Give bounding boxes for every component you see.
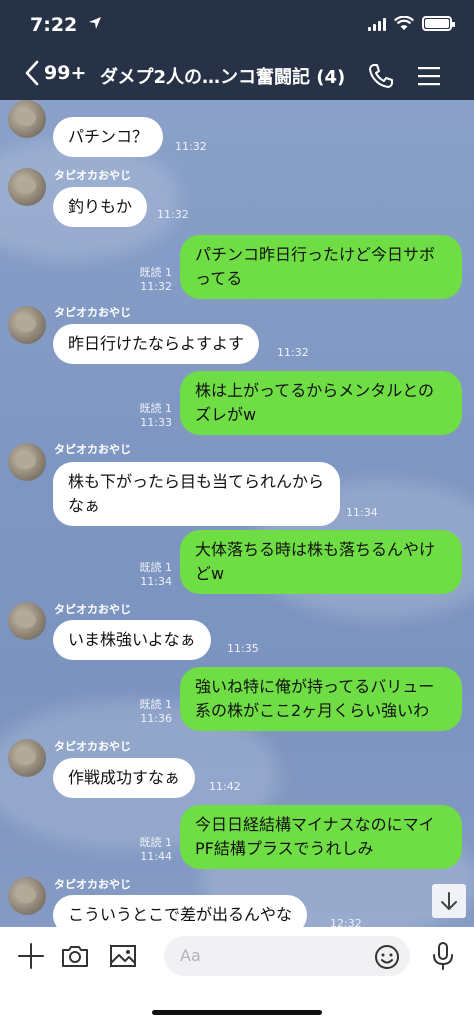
top-bar: 7:22 99+ ダメプ2人の…ンコ奮闘記 (4) (0, 0, 474, 100)
read-receipt: 既読 1 11:33 (140, 402, 173, 430)
back-button[interactable]: 99+ (24, 60, 86, 86)
sender-name: タピオカおやじ (54, 443, 131, 456)
status-indicators (368, 16, 455, 31)
avatar[interactable] (8, 168, 46, 206)
avatar[interactable] (8, 100, 46, 138)
image-icon[interactable] (108, 941, 138, 971)
sender-name: タピオカおやじ (54, 740, 131, 753)
message-time: 12:32 (330, 917, 362, 927)
read-receipt: 既読 1 11:44 (140, 836, 173, 864)
message-time: 11:35 (227, 642, 259, 655)
message-input-placeholder: Aa (180, 946, 201, 965)
message-time: 11:42 (209, 780, 241, 793)
message-time: 11:34 (140, 575, 172, 588)
message-time: 11:36 (140, 712, 172, 725)
message-time: 11:33 (140, 416, 172, 429)
microphone-icon[interactable] (428, 941, 458, 971)
input-bar: Aa (0, 927, 474, 1024)
chat-area[interactable]: パチンコ？ 11:32 タピオカおやじ 釣りもか 11:32 パチンコ昨日行った… (0, 100, 474, 927)
unread-count: 99+ (44, 62, 87, 84)
read-label: 既読 1 (139, 561, 173, 574)
wifi-icon (394, 16, 414, 30)
home-indicator (152, 1010, 322, 1015)
plus-icon[interactable] (16, 941, 46, 971)
avatar[interactable] (8, 877, 46, 915)
camera-icon[interactable] (60, 941, 90, 971)
read-label: 既読 1 (139, 266, 173, 279)
sender-name: タピオカおやじ (54, 169, 131, 182)
avatar[interactable] (8, 602, 46, 640)
phone-icon[interactable] (368, 63, 394, 89)
sender-name: タピオカおやじ (54, 878, 131, 891)
read-receipt: 既読 1 11:36 (140, 698, 173, 726)
incoming-message[interactable]: いま株強いよなぁ (53, 620, 211, 660)
arrow-down-icon (441, 892, 457, 910)
read-label: 既読 1 (139, 402, 173, 415)
incoming-message[interactable]: パチンコ？ (53, 117, 164, 157)
incoming-message[interactable]: 作戦成功すなぁ (53, 758, 196, 798)
outgoing-message[interactable]: 強いね特に俺が持ってるバリュー系の株がここ2ヶ月くらい強いわ (180, 667, 462, 731)
read-receipt: 既読 1 11:34 (140, 561, 173, 589)
outgoing-message[interactable]: 今日日経結構マイナスなのにマイPF結構プラスでうれしみ (180, 805, 462, 869)
outgoing-message[interactable]: 株は上がってるからメンタルとのズレがw (180, 371, 462, 435)
incoming-message[interactable]: こういうとこで差が出るんやな (53, 895, 308, 927)
message-time: 11:32 (157, 208, 189, 221)
menu-icon[interactable] (416, 65, 442, 87)
message-input[interactable]: Aa (164, 936, 410, 976)
emoji-icon[interactable] (374, 944, 400, 970)
sender-name: タピオカおやじ (54, 603, 131, 616)
battery-icon (422, 16, 455, 31)
chat-title: ダメプ2人の…ンコ奮闘記 (4) (100, 67, 346, 88)
sender-name: タピオカおやじ (54, 306, 131, 319)
read-label: 既読 1 (139, 836, 173, 849)
message-time: 11:44 (140, 850, 172, 863)
incoming-message[interactable]: 釣りもか (53, 187, 148, 227)
status-time: 7:22 (30, 14, 78, 36)
signal-icon (368, 17, 386, 31)
incoming-message[interactable]: 昨日行けたならよすよす (53, 324, 260, 364)
read-receipt: 既読 1 11:32 (140, 266, 173, 294)
incoming-message[interactable]: 株も下がったら目も当てられんからなぁ (53, 462, 340, 526)
message-time: 11:32 (175, 140, 207, 153)
outgoing-message[interactable]: パチンコ昨日行ったけど今日サボってる (180, 235, 462, 299)
avatar[interactable] (8, 306, 46, 344)
avatar[interactable] (8, 443, 46, 481)
outgoing-message[interactable]: 大体落ちる時は株も落ちるんやけどw (180, 530, 462, 594)
read-label: 既読 1 (139, 698, 173, 711)
message-time: 11:32 (277, 346, 309, 359)
message-time: 11:32 (140, 280, 172, 293)
location-arrow-icon (89, 17, 101, 29)
chevron-left-icon (25, 60, 39, 86)
scroll-to-bottom-button[interactable] (432, 884, 466, 918)
message-time: 11:34 (346, 506, 378, 519)
avatar[interactable] (8, 739, 46, 777)
